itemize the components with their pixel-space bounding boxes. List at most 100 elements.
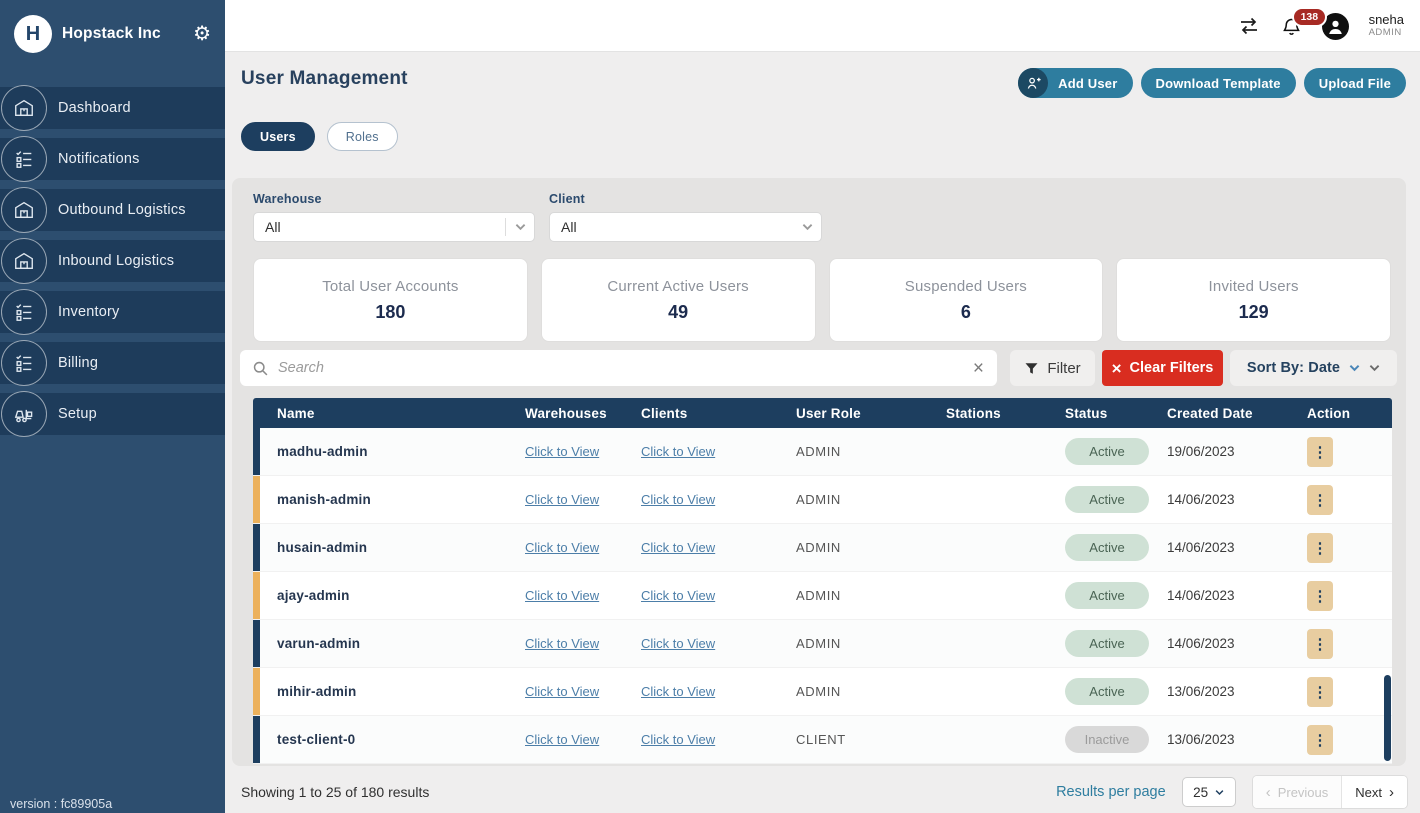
search-box: × [240,350,997,386]
sidebar-nav: Dashboard Notifications Outbound Logisti… [0,87,225,435]
download-template-button[interactable]: Download Template [1141,68,1296,98]
table-header: Name Warehouses Clients User Role Statio… [253,398,1392,428]
sidebar-item-label: Notifications [58,151,140,167]
pagination-bar: Showing 1 to 25 of 180 results Results p… [241,774,1408,810]
row-actions-button[interactable]: ⋮ [1307,725,1333,755]
warehouses-link[interactable]: Click to View [525,732,641,747]
clear-filters-button[interactable]: × Clear Filters [1102,350,1223,386]
row-actions-button[interactable]: ⋮ [1307,629,1333,659]
status-badge: Active [1065,438,1149,465]
chevron-right-icon: › [1389,784,1394,801]
notification-count-badge: 138 [1292,7,1328,27]
warehouses-link[interactable]: Click to View [525,588,641,603]
brand-name: Hopstack Inc [62,25,183,43]
person-add-icon [1018,68,1048,98]
previous-page-button[interactable]: ‹ Previous [1253,776,1343,808]
clients-link[interactable]: Click to View [641,444,796,459]
funnel-icon [1024,361,1039,376]
warehouse-filter: Warehouse All [253,192,535,242]
search-clear-icon[interactable]: × [973,359,984,378]
table-scrollbar[interactable] [1384,675,1391,761]
warehouses-link[interactable]: Click to View [525,492,641,507]
checklist-icon [1,340,47,386]
table-row: test-client-0 Click to View Click to Vie… [253,716,1392,764]
sidebar-item-inventory[interactable]: Inventory [0,291,225,333]
row-actions-button[interactable]: ⋮ [1307,533,1333,563]
add-user-button[interactable]: Add User [1018,68,1132,98]
clients-link[interactable]: Click to View [641,636,796,651]
warehouses-link[interactable]: Click to View [525,636,641,651]
status-badge: Active [1065,534,1149,561]
sidebar-item-label: Dashboard [58,100,131,116]
page-title: User Management [241,68,408,90]
clients-link[interactable]: Click to View [641,540,796,555]
warehouses-link[interactable]: Click to View [525,444,641,459]
search-icon [252,360,269,377]
filter-button[interactable]: Filter [1010,350,1095,386]
sidebar-item-label: Setup [58,406,97,422]
version-text: version : fc89905a [10,797,112,811]
checklist-icon [1,136,47,182]
stat-card-active-users: Current Active Users 49 [541,258,816,342]
sort-by-select[interactable]: Sort By: Date [1230,350,1397,386]
hopstack-logo-icon: H [14,15,52,53]
sidebar-item-label: Billing [58,355,98,371]
status-badge: Active [1065,678,1149,705]
close-icon: × [1112,360,1122,377]
clients-link[interactable]: Click to View [641,732,796,747]
chevron-down-icon [1369,364,1380,372]
table-row: mihir-admin Click to View Click to View … [253,668,1392,716]
notification-bell-icon[interactable]: 138 [1281,15,1302,38]
gear-icon[interactable]: ⚙ [193,24,211,44]
next-page-button[interactable]: Next › [1342,776,1407,808]
row-actions-button[interactable]: ⋮ [1307,581,1333,611]
chevron-down-icon [1215,789,1224,796]
checklist-icon [1,289,47,335]
tab-users[interactable]: Users [241,122,315,151]
row-accent-bar [253,668,260,715]
forklift-icon [1,391,47,437]
clients-link[interactable]: Click to View [641,588,796,603]
warehouses-link[interactable]: Click to View [525,540,641,555]
upload-file-button[interactable]: Upload File [1304,68,1406,98]
sidebar-item-billing[interactable]: Billing [0,342,225,384]
stat-card-total-users: Total User Accounts 180 [253,258,528,342]
table-row: manish-admin Click to View Click to View… [253,476,1392,524]
status-badge: Active [1065,486,1149,513]
tabs: Users Roles [241,122,398,151]
row-actions-button[interactable]: ⋮ [1307,485,1333,515]
sidebar-item-setup[interactable]: Setup [0,393,225,435]
warehouse-select[interactable]: All [253,212,535,242]
client-filter: Client All [549,192,822,242]
warehouse-filter-label: Warehouse [253,192,535,206]
users-table: Name Warehouses Clients User Role Statio… [253,398,1392,764]
user-name: sneha [1369,13,1404,28]
row-actions-button[interactable]: ⋮ [1307,437,1333,467]
sidebar-item-label: Inbound Logistics [58,253,174,269]
topbar: 138 sneha ADMIN [225,0,1420,52]
clients-link[interactable]: Click to View [641,684,796,699]
row-accent-bar [253,572,260,619]
user-role: ADMIN [1369,28,1404,39]
header-buttons: Add User Download Template Upload File [1018,68,1406,98]
warehouses-link[interactable]: Click to View [525,684,641,699]
table-row: varun-admin Click to View Click to View … [253,620,1392,668]
row-accent-bar [253,716,260,763]
sidebar-item-notifications[interactable]: Notifications [0,138,225,180]
sidebar-item-inbound-logistics[interactable]: Inbound Logistics [0,240,225,282]
swap-arrows-icon[interactable] [1237,16,1261,36]
clients-link[interactable]: Click to View [641,492,796,507]
results-summary: Showing 1 to 25 of 180 results [241,784,429,800]
row-actions-button[interactable]: ⋮ [1307,677,1333,707]
status-badge: Active [1065,630,1149,657]
client-select[interactable]: All [549,212,822,242]
page-size-select[interactable]: 25 [1182,777,1236,807]
chevron-left-icon: ‹ [1266,784,1271,801]
warehouse-icon [1,85,47,131]
user-meta: sneha ADMIN [1369,13,1404,39]
sidebar-item-outbound-logistics[interactable]: Outbound Logistics [0,189,225,231]
search-input[interactable] [278,360,973,376]
sidebar-item-dashboard[interactable]: Dashboard [0,87,225,129]
chevron-down-icon [802,223,813,231]
tab-roles[interactable]: Roles [327,122,398,151]
